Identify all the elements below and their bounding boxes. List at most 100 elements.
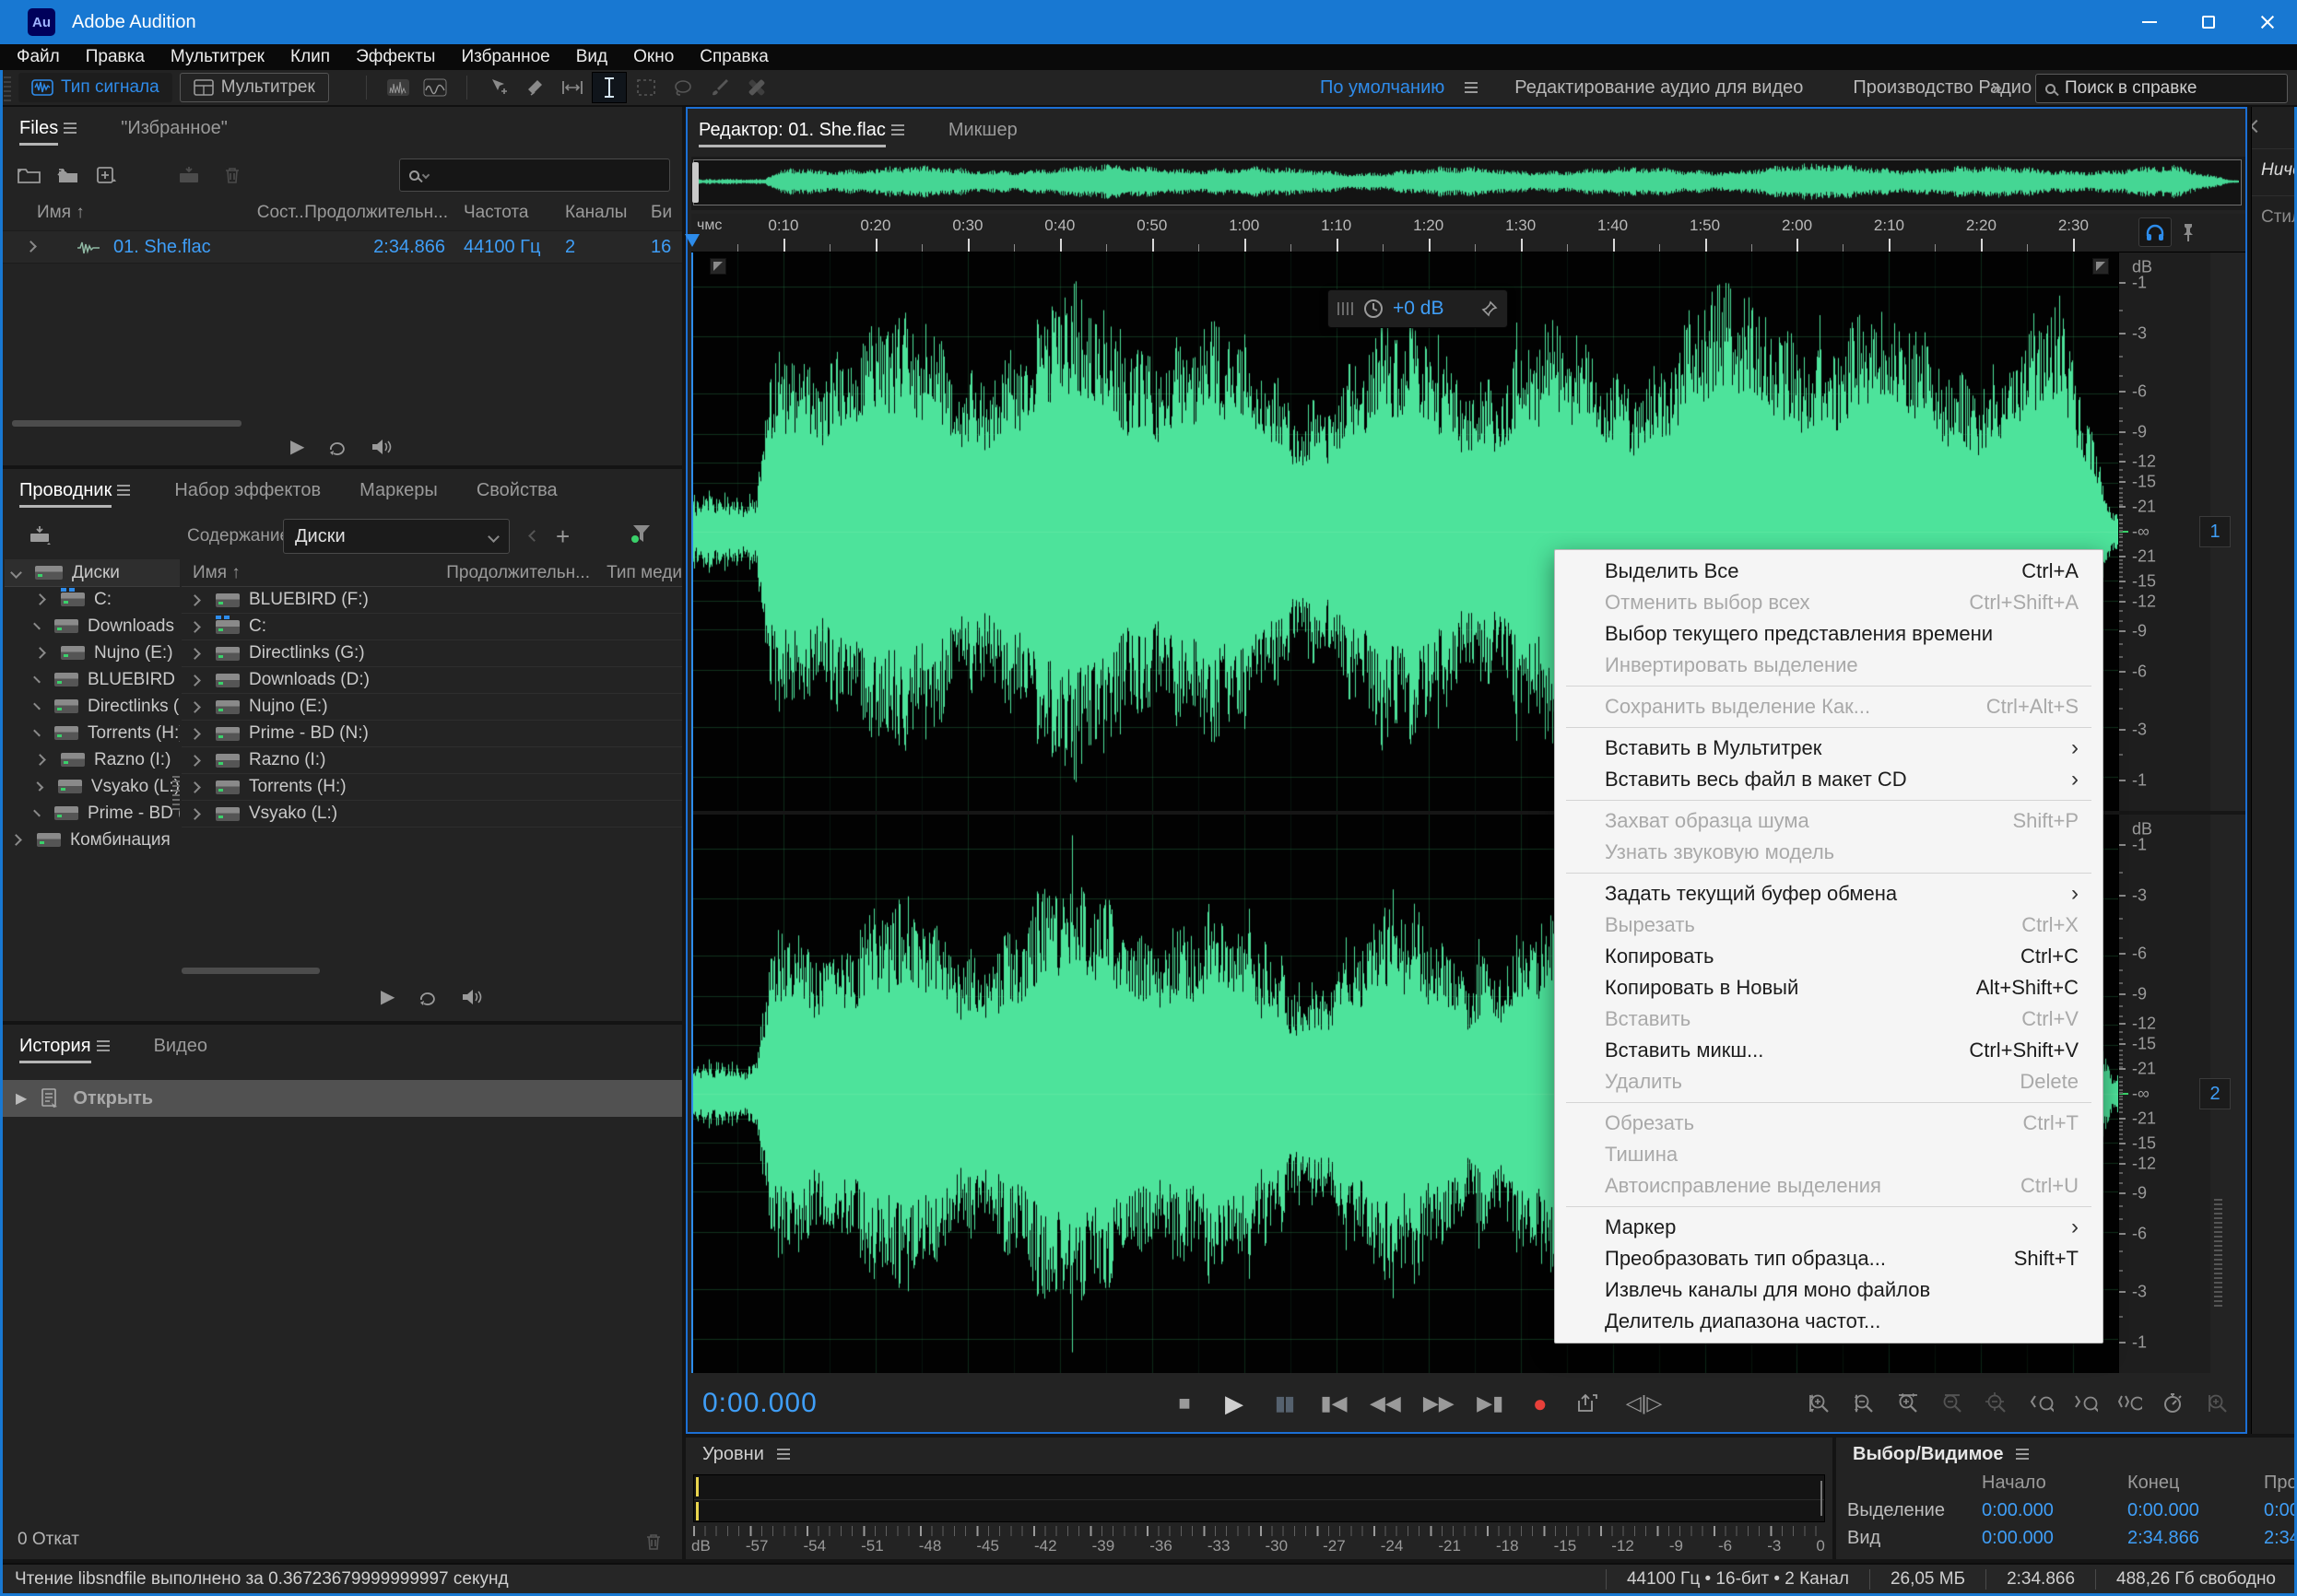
drive-list-item[interactable]: Prime - BD (N:) (182, 721, 682, 747)
zoom-out-full-button[interactable] (1985, 1392, 2009, 1414)
panel-menu-icon[interactable] (891, 129, 904, 131)
pin-button[interactable] (2181, 222, 2196, 242)
list-horizontal-scrollbar[interactable] (182, 968, 320, 974)
drive-list-item[interactable]: BLUEBIRD (F:) (182, 587, 682, 614)
loop-playback-button[interactable] (326, 438, 348, 456)
tree-item[interactable]: Torrents (H:) (5, 720, 180, 746)
zoom-out-time-button[interactable] (1941, 1392, 1965, 1414)
preview-play-button[interactable]: ▶ (290, 435, 304, 458)
context-menu-item[interactable]: Преобразовать тип образца...Shift+T (1555, 1243, 2103, 1274)
workspace-item[interactable]: По умолчанию (1320, 77, 1444, 99)
workspace-item[interactable]: Редактирование аудио для видео (1514, 77, 1803, 99)
context-menu-item[interactable]: Делитель диапазона частот... (1555, 1306, 2103, 1337)
skip-to-end-button[interactable]: ▶▮ (1477, 1391, 1504, 1415)
tree-item[interactable]: Directlinks (G:) (5, 693, 180, 720)
overview-left-handle[interactable] (692, 162, 699, 203)
waveform-view-button[interactable]: Тип сигнала (18, 73, 172, 102)
content-select[interactable]: Диски (283, 519, 510, 554)
workspace-overflow-button[interactable]: » (1991, 76, 2002, 100)
drive-list-item[interactable]: Directlinks (G:) (182, 640, 682, 667)
history-delete-button[interactable] (643, 1531, 664, 1552)
tree-item[interactable]: C: (5, 586, 180, 613)
menu-Избранное[interactable]: Избранное (448, 47, 562, 67)
tree-item-drives[interactable]: Диски (5, 559, 180, 586)
drive-list-item[interactable]: Downloads (D:) (182, 667, 682, 694)
zoom-to-selection-button[interactable] (2118, 1392, 2142, 1414)
pause-button[interactable]: ▮▮ (1270, 1391, 1298, 1415)
heads-up-display[interactable]: +0 dB (1327, 289, 1508, 328)
context-menu-item[interactable]: Вставить микш...Ctrl+Shift+V (1555, 1035, 2103, 1066)
workspace-item[interactable]: Производство Радио (1853, 77, 2032, 99)
current-time-display[interactable]: 0:00.000 (702, 1388, 818, 1419)
panel-menu-icon[interactable] (64, 127, 77, 129)
context-menu-item[interactable]: Выбор текущего представления времени (1555, 618, 2103, 650)
overview-range-box[interactable] (693, 159, 2242, 205)
tree-item[interactable]: BLUEBIRD (F:) (5, 666, 180, 693)
column-header-6[interactable]: Би (651, 203, 672, 223)
tab-browser-1[interactable]: Проводник (19, 469, 112, 511)
preview-play-button[interactable]: ▶ (381, 985, 395, 1008)
tab-files-2[interactable]: "Избранное" (121, 107, 228, 149)
selection-value[interactable]: 0:00.000 (2127, 1500, 2264, 1521)
new-file-button[interactable] (95, 166, 119, 184)
waveform-display-icon[interactable] (382, 73, 415, 102)
zoom-in-right-edge-button[interactable] (2074, 1392, 2098, 1414)
tab-history-1[interactable]: История (19, 1025, 91, 1067)
selection-value[interactable]: 2:34.866 (2127, 1528, 2264, 1549)
column-header-3[interactable]: Продолжительн... (304, 203, 448, 223)
zoom-reset-button[interactable] (2207, 1392, 2231, 1414)
hud-gain-value[interactable]: +0 dB (1393, 298, 1443, 320)
multitrack-button[interactable]: Мультитрек (180, 73, 329, 102)
panel-menu-icon[interactable] (97, 1045, 110, 1047)
column-header-name[interactable]: Имя ↑ (193, 563, 241, 583)
menu-Эффекты[interactable]: Эффекты (343, 47, 448, 67)
insert-to-multitrack-button[interactable] (178, 166, 202, 184)
import-file-button[interactable] (56, 166, 80, 184)
auto-play-speaker-button[interactable] (371, 438, 393, 456)
tree-item[interactable]: Vsyako (L:) (5, 773, 180, 800)
rewind-button[interactable]: ◀◀ (1370, 1391, 1401, 1415)
column-header-mediatype[interactable]: Тип меди (607, 563, 682, 583)
lasso-selection-tool-icon[interactable] (666, 73, 700, 102)
tab-editor-1[interactable]: Редактор: 01. She.flac (699, 109, 886, 151)
menu-Вид[interactable]: Вид (563, 47, 620, 67)
tab-browser-3[interactable]: Маркеры (359, 469, 438, 511)
selection-value[interactable]: 0:00.000 (2264, 1500, 2297, 1521)
drive-list-item[interactable]: C: (182, 614, 682, 640)
menu-Справка[interactable]: Справка (687, 47, 782, 67)
selection-value[interactable]: 0:00.000 (1982, 1500, 2127, 1521)
back-arrow-icon[interactable] (528, 530, 540, 542)
context-menu-item[interactable]: Выделить ВсеCtrl+A (1555, 556, 2103, 587)
marquee-selection-tool-icon[interactable] (630, 73, 663, 102)
spectral-display-icon[interactable] (418, 73, 452, 102)
drive-list-item[interactable]: Vsyako (L:) (182, 801, 682, 827)
context-menu-item[interactable]: Маркер› (1555, 1212, 2103, 1243)
pin-hud-icon[interactable] (1481, 300, 1498, 317)
fast-forward-button[interactable]: ▶▶ (1423, 1391, 1455, 1415)
tree-item[interactable]: Nujno (E:) (5, 640, 180, 666)
selection-value[interactable]: 0:00.000 (1982, 1528, 2127, 1549)
slip-tool-icon[interactable] (556, 73, 589, 102)
import-button[interactable] (29, 524, 53, 545)
tree-scrollbar[interactable] (172, 773, 180, 810)
time-selection-tool-icon[interactable] (593, 73, 626, 102)
gain-corner-handle-left[interactable] (710, 258, 726, 275)
panel-menu-icon[interactable] (117, 489, 130, 491)
context-menu-item[interactable]: КопироватьCtrl+C (1555, 941, 2103, 972)
tree-item[interactable]: Downloads (D:) (5, 613, 180, 640)
gain-corner-handle-right[interactable] (2092, 258, 2109, 275)
stop-button[interactable]: ■ (1171, 1391, 1198, 1415)
menu-Файл[interactable]: Файл (4, 47, 73, 67)
tree-item-combination[interactable]: Комбинация (5, 827, 180, 853)
files-horizontal-scrollbar[interactable] (12, 420, 241, 427)
maximize-button[interactable] (2179, 0, 2238, 44)
files-search-input[interactable] (399, 158, 670, 192)
zoom-in-time-button[interactable] (1897, 1392, 1921, 1414)
zoom-in-left-edge-button[interactable] (2030, 1392, 2054, 1414)
open-file-button[interactable] (18, 166, 41, 184)
column-header-5[interactable]: Каналы (565, 203, 627, 223)
playhead-marker[interactable] (685, 234, 700, 247)
expand-panel-button[interactable] (2251, 120, 2263, 133)
collapsed-panel-label[interactable]: Ниче (2252, 148, 2294, 182)
context-menu-item[interactable]: Задать текущий буфер обмена› (1555, 878, 2103, 909)
